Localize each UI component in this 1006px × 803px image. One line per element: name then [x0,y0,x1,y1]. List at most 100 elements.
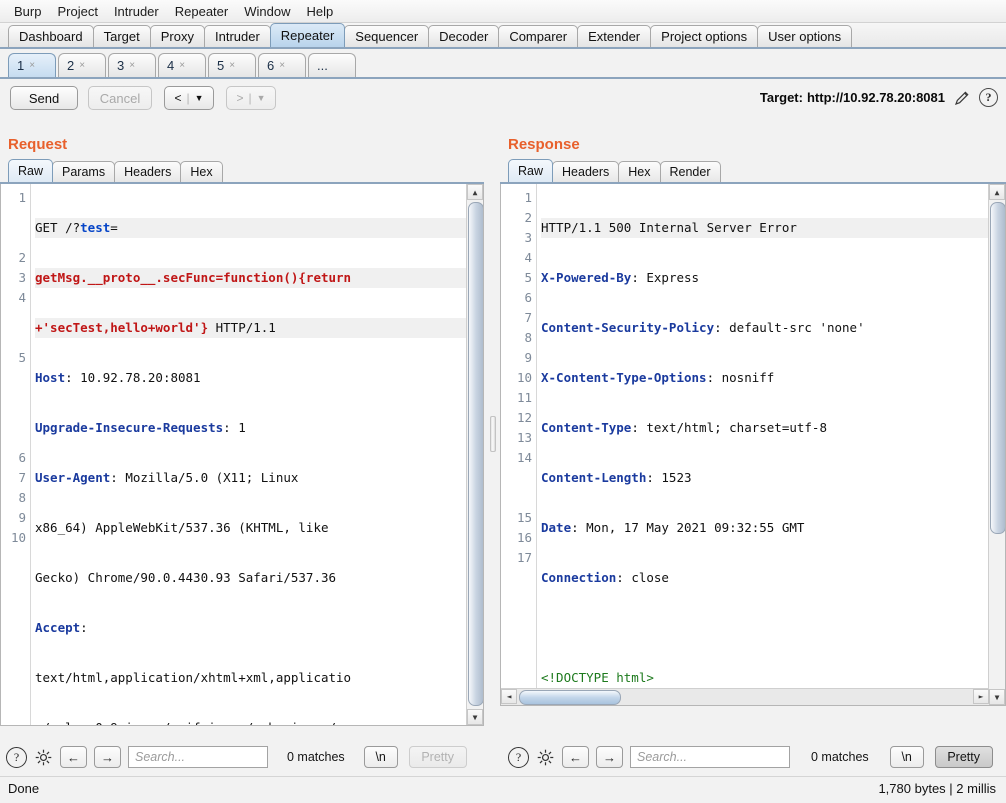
request-tab-hex[interactable]: Hex [180,161,222,182]
pretty-button[interactable]: Pretty [935,746,993,768]
scroll-left-icon[interactable]: ◄ [501,689,517,704]
repeater-tab-2[interactable]: 2 × [58,53,106,77]
tab-comparer[interactable]: Comparer [498,25,578,47]
request-vertical-scrollbar[interactable]: ▲ ▼ [466,184,483,725]
response-tab-hex[interactable]: Hex [618,161,660,182]
go-forward-button[interactable]: > | ▼ [226,86,276,110]
tab-target[interactable]: Target [93,25,151,47]
close-icon[interactable]: × [29,60,35,71]
message-panes: Request Raw Params Headers Hex 1 2 34 5 [0,134,1006,771]
request-line-2: Host: 10.92.78.20:8081 [35,368,483,388]
response-line-1: HTTP/1.1 500 Internal Server Error [541,218,1005,238]
response-tab-render[interactable]: Render [660,161,721,182]
repeater-tab-4[interactable]: 4 × [158,53,206,77]
response-tab-headers[interactable]: Headers [552,161,619,182]
menu-item-project[interactable]: Project [49,2,105,21]
response-line-numbers: 12 34 56 78 910 1112 1314 1516 17 [501,184,537,705]
request-line-1c: +'secTest,hello+world'} HTTP/1.1 [35,318,483,338]
scroll-down-icon[interactable]: ▼ [989,689,1005,705]
match-count: 0 matches [811,750,869,764]
close-icon[interactable]: × [129,60,135,71]
scrollbar-thumb[interactable] [519,690,621,705]
response-tab-raw[interactable]: Raw [508,159,553,182]
help-icon[interactable]: ? [6,747,27,768]
status-text: Done [8,781,39,796]
scroll-up-icon[interactable]: ▲ [989,184,1005,200]
newline-toggle-button[interactable]: \n [364,746,398,768]
menu-item-help[interactable]: Help [298,2,341,21]
search-input[interactable]: Search... [630,746,790,768]
response-vertical-scrollbar[interactable]: ▲ ▼ [988,184,1005,705]
search-prev-button[interactable]: ← [60,746,87,768]
repeater-tab-1[interactable]: 1 × [8,53,56,77]
repeater-tab-3[interactable]: 3 × [108,53,156,77]
scrollbar-thumb[interactable] [990,202,1006,534]
tab-intruder[interactable]: Intruder [204,25,271,47]
splitter-grip[interactable] [490,416,496,452]
tab-sequencer[interactable]: Sequencer [344,25,429,47]
cancel-button[interactable]: Cancel [88,86,152,110]
repeater-tab-label: 6 [267,58,274,73]
tab-user-options[interactable]: User options [757,25,852,47]
tab-extender[interactable]: Extender [577,25,651,47]
tab-project-options[interactable]: Project options [650,25,758,47]
request-editor[interactable]: 1 2 34 5 6 78 910 GET /?test= getMsg.__p… [0,184,484,726]
response-code[interactable]: HTTP/1.1 500 Internal Server Error X-Pow… [537,184,1005,705]
menu-item-window[interactable]: Window [236,2,298,21]
repeater-tab-overflow[interactable]: ... [308,53,356,77]
request-title: Request [0,134,484,159]
request-tab-params[interactable]: Params [52,161,115,182]
close-icon[interactable]: × [179,60,185,71]
gear-icon[interactable] [536,748,555,767]
newline-toggle-button[interactable]: \n [890,746,924,768]
status-bar: Done 1,780 bytes | 2 millis [0,776,1006,803]
gear-icon[interactable] [34,748,53,767]
go-back-button[interactable]: < | ▼ [164,86,214,110]
menu-item-burp[interactable]: Burp [6,2,49,21]
match-count: 0 matches [287,750,345,764]
response-horizontal-scrollbar[interactable]: ◄ ► [501,688,989,705]
pane-splitter[interactable] [486,134,498,736]
response-line-10: <!DOCTYPE html> [541,668,1005,688]
chevron-left-icon: < [174,91,181,105]
repeater-tab-6[interactable]: 6 × [258,53,306,77]
close-icon[interactable]: × [79,60,85,71]
request-code[interactable]: GET /?test= getMsg.__proto__.secFunc=fun… [31,184,483,725]
repeater-tab-label: 5 [217,58,224,73]
scroll-up-icon[interactable]: ▲ [467,184,483,200]
menu-item-repeater[interactable]: Repeater [167,2,236,21]
send-button[interactable]: Send [10,86,78,110]
scroll-right-icon[interactable]: ► [973,689,989,704]
pretty-button[interactable]: Pretty [409,746,467,768]
scrollbar-thumb[interactable] [468,202,484,706]
repeater-tab-label: ... [317,58,328,73]
chevron-down-icon: ▼ [195,93,204,103]
request-line-numbers: 1 2 34 5 6 78 910 [1,184,31,725]
repeater-tab-label: 1 [17,58,24,73]
help-icon[interactable]: ? [979,88,998,107]
help-icon[interactable]: ? [508,747,529,768]
scroll-down-icon[interactable]: ▼ [467,709,483,725]
request-tab-headers[interactable]: Headers [114,161,181,182]
search-next-button[interactable]: → [596,746,623,768]
response-editor[interactable]: 12 34 56 78 910 1112 1314 1516 17 [500,184,1006,706]
search-prev-button[interactable]: ← [562,746,589,768]
request-line-3: Upgrade-Insecure-Requests: 1 [35,418,483,438]
menu-bar: Burp Project Intruder Repeater Window He… [0,0,1006,23]
close-icon[interactable]: × [279,60,285,71]
target-area: Target: http://10.92.78.20:8081 ? [760,88,998,107]
tab-proxy[interactable]: Proxy [150,25,205,47]
menu-item-intruder[interactable]: Intruder [106,2,167,21]
response-line-2: X-Powered-By: Express [541,268,1005,288]
tab-decoder[interactable]: Decoder [428,25,499,47]
repeater-tab-5[interactable]: 5 × [208,53,256,77]
request-tab-raw[interactable]: Raw [8,159,53,182]
tab-dashboard[interactable]: Dashboard [8,25,94,47]
button-separator: | [186,91,189,105]
edit-pencil-icon[interactable] [953,89,971,107]
close-icon[interactable]: × [229,60,235,71]
search-input[interactable]: Search... [128,746,268,768]
request-line-5c: n/xml;q=0.9,image/avif,image/webp,image/… [35,718,483,725]
tab-repeater[interactable]: Repeater [270,23,345,47]
search-next-button[interactable]: → [94,746,121,768]
